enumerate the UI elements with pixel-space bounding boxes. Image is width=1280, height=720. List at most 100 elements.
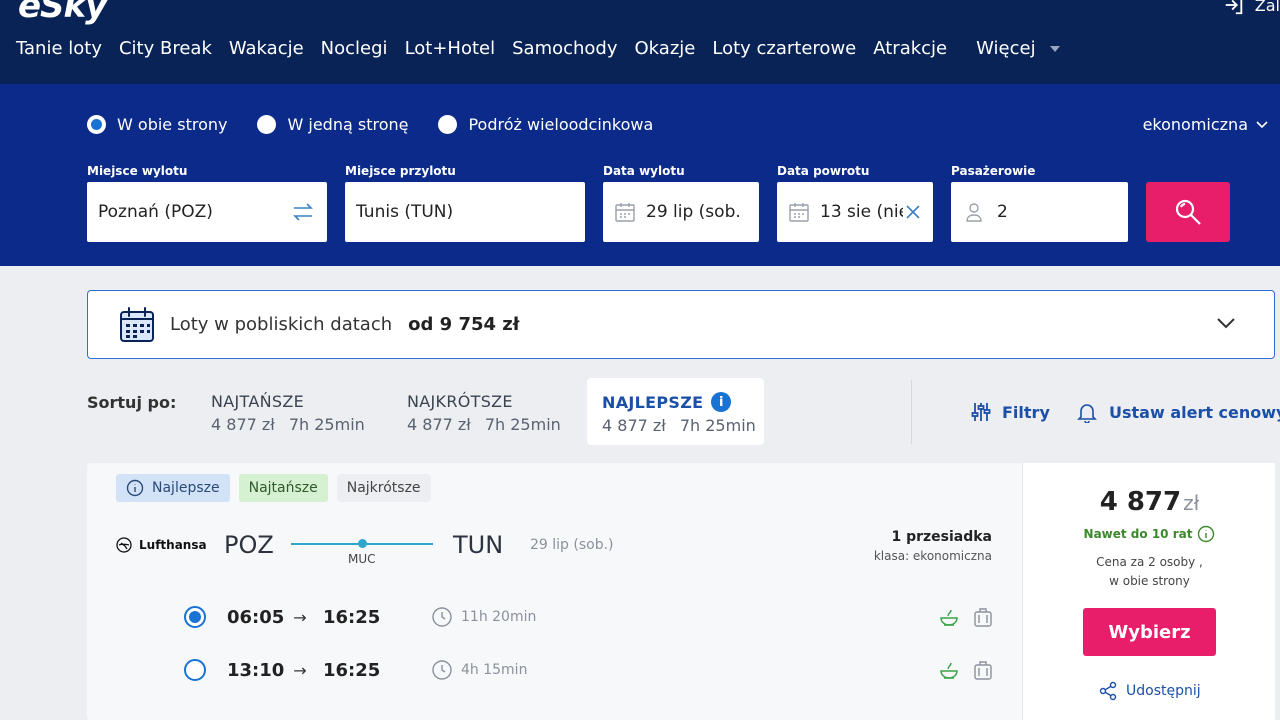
filters-button[interactable]: Filtry (970, 401, 1050, 423)
price-note-line: w obie strony (1109, 574, 1190, 588)
clock-icon (432, 607, 452, 627)
calendar-icon (789, 203, 809, 222)
sort-label: Sortuj po: (87, 393, 177, 412)
share-link[interactable]: Udostępnij (1098, 681, 1201, 701)
radio-icon[interactable] (184, 659, 206, 681)
to-value: Tunis (TUN) (356, 202, 454, 222)
price-currency: zł (1183, 491, 1200, 515)
sort-option-duration: 7h 25min (288, 415, 365, 434)
badge-best-label: Najlepsze (152, 480, 220, 496)
arrow-right-icon: → (293, 607, 307, 627)
sort-option-cheapest[interactable]: NAJTAŃSZE 4 877 zł 7h 25min (196, 378, 380, 445)
trip-type-oneway[interactable]: W jedną stronę (257, 115, 408, 134)
nav-more-dropdown[interactable]: Więcej (976, 38, 1060, 59)
departure-label: Data wylotu (603, 164, 685, 178)
nav-item-okazje[interactable]: Okazje (635, 38, 696, 59)
lufthansa-crane-icon (116, 537, 132, 553)
info-icon[interactable] (1197, 525, 1215, 543)
cabin-class-select[interactable]: ekonomiczna (1143, 115, 1268, 134)
trip-type-multicity[interactable]: Podróż wieloodcinkowa (438, 115, 653, 134)
flight-option-row[interactable]: 13:10 → 16:25 4h 15min (184, 655, 994, 685)
nav-item-atrakcje[interactable]: Atrakcje (873, 38, 947, 59)
price-note-line: Cena za 2 osoby , (1096, 555, 1203, 569)
nearby-dates-label: Loty w pobliskich datach (170, 314, 393, 335)
arrow-right-icon: → (293, 660, 307, 680)
trip-type-group: W obie strony W jedną stronę Podróż wiel… (87, 115, 683, 134)
badge-best: Najlepsze (116, 474, 230, 502)
sort-option-shortest[interactable]: NAJKRÓTSZE 4 877 zł 7h 25min (392, 378, 576, 445)
price-note: Cena za 2 osoby , w obie strony (1023, 553, 1276, 591)
passengers-field[interactable]: 2 (951, 182, 1128, 242)
sort-option-price: 4 877 zł (211, 415, 275, 434)
chevron-down-icon (1217, 318, 1235, 329)
nav-item-samochody[interactable]: Samochody (512, 38, 617, 59)
departure-time: 06:05 (227, 606, 285, 628)
total-price: 4 877 zł (1023, 487, 1276, 517)
chevron-down-icon (1256, 120, 1268, 128)
nav-more-label: Więcej (976, 38, 1036, 59)
login-icon (1225, 0, 1243, 15)
flight-duration: 4h 15min (461, 662, 528, 678)
flight-result-card: Najlepsze Najtańsze Najkrótsze Lufthansa… (87, 463, 1275, 720)
nav-item-lot-hotel[interactable]: Lot+Hotel (405, 38, 496, 59)
esky-logo[interactable]: eSky (18, 0, 107, 26)
nav-item-city-break[interactable]: City Break (119, 38, 212, 59)
select-flight-button[interactable]: Wybierz (1083, 608, 1216, 656)
sort-option-duration: 7h 25min (484, 415, 561, 434)
swap-icon[interactable] (291, 201, 315, 223)
sort-option-price: 4 877 zł (602, 416, 666, 435)
price-alert-button[interactable]: Ustaw alert cenowy (1076, 401, 1280, 423)
cabin-class-value: ekonomiczna (1142, 115, 1248, 134)
radio-selected-icon[interactable] (184, 606, 206, 628)
sort-option-best[interactable]: NAJLEPSZE i 4 877 zł 7h 25min (587, 378, 764, 445)
price-value: 4 877 (1099, 487, 1182, 517)
from-field[interactable]: Poznań (POZ) (87, 182, 327, 242)
price-panel: 4 877 zł Nawet do 10 rat Cena za 2 osoby … (1022, 463, 1275, 720)
radio-icon (257, 115, 277, 134)
meal-icon (940, 609, 958, 626)
arrival-time: 16:25 (323, 606, 381, 628)
flight-duration: 11h 20min (461, 609, 537, 625)
destination-code: TUN (453, 531, 504, 559)
login-label: Zal (1254, 0, 1280, 15)
return-date-field[interactable]: 13 sie (niec (777, 182, 933, 242)
badge-shortest: Najkrótsze (336, 474, 431, 502)
arrival-time: 16:25 (323, 659, 381, 681)
nearby-dates-price: od 9 754 zł (408, 314, 520, 335)
search-button[interactable] (1146, 182, 1230, 242)
sort-option-price: 4 877 zł (407, 415, 471, 434)
login-link[interactable]: Zal (1223, 0, 1280, 16)
share-icon (1099, 681, 1117, 701)
flight-option-row[interactable]: 06:05 → 16:25 11h 20min (184, 602, 994, 632)
stops-count: 1 przesiadka (891, 529, 992, 545)
trip-type-label: W obie strony (117, 115, 228, 134)
sort-option-title: NAJLEPSZE (602, 392, 704, 412)
trip-type-label: Podróż wieloodcinkowa (468, 115, 654, 134)
divider (911, 380, 912, 444)
from-label: Miejsce wylotu (87, 164, 188, 178)
baggage-icon (974, 608, 992, 627)
badge-group: Najlepsze Najtańsze Najkrótsze (116, 474, 431, 502)
info-icon[interactable]: i (711, 392, 732, 412)
nav-item-loty-czarterowe[interactable]: Loty czarterowe (712, 38, 856, 59)
to-field[interactable]: Tunis (TUN) (345, 182, 585, 242)
calendar-icon (120, 306, 154, 342)
sort-option-title: NAJTAŃSZE (211, 392, 305, 411)
info-icon (126, 479, 144, 497)
clock-icon (432, 660, 452, 680)
passengers-value: 2 (997, 202, 1008, 222)
stops-info: 1 przesiadka klasa: ekonomiczna (874, 529, 992, 563)
nav-item-tanie-loty[interactable]: Tanie loty (16, 38, 102, 59)
from-value: Poznań (POZ) (98, 202, 213, 222)
nav-item-wakacje[interactable]: Wakacje (229, 38, 304, 59)
stop-code: MUC (348, 552, 376, 566)
nearby-dates-bar[interactable]: Loty w pobliskich datach od 9 754 zł (87, 290, 1275, 359)
nav-item-noclegi[interactable]: Noclegi (321, 38, 388, 59)
travel-class: klasa: ekonomiczna (873, 549, 992, 563)
return-label: Data powrotu (777, 164, 870, 178)
trip-type-round[interactable]: W obie strony (87, 115, 227, 134)
badge-cheapest: Najtańsze (238, 474, 328, 502)
departure-date-field[interactable]: 29 lip (sob. (603, 182, 759, 242)
sort-option-duration: 7h 25min (679, 416, 756, 435)
clear-icon[interactable] (903, 202, 923, 222)
